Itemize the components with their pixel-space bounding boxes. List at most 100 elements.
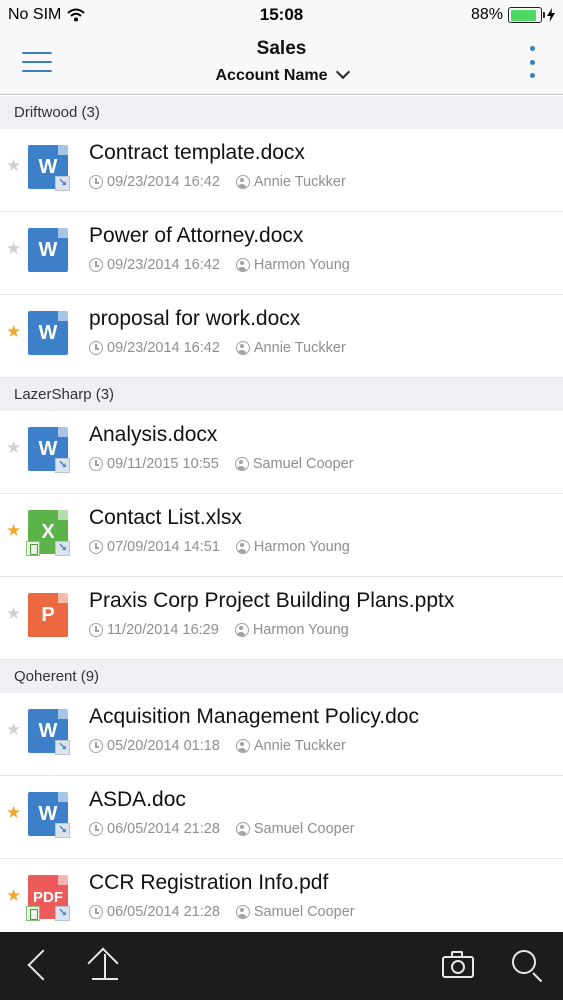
file-name: Praxis Corp Project Building Plans.pptx	[89, 589, 455, 612]
excel-file-icon: X ↘	[26, 510, 70, 556]
file-type-label: P	[28, 593, 68, 637]
group-header: LazerSharp (3)	[0, 378, 563, 411]
file-row[interactable]: ★ W ↘ Acquisition Management Policy.doc 05/2…	[0, 693, 563, 776]
file-meta: 09/23/2014 16:42 Annie Tuckker	[89, 340, 346, 356]
file-date: 09/23/2014 16:42	[107, 340, 220, 356]
file-date: 05/20/2014 01:18	[107, 738, 220, 754]
shortcut-arrow-icon: ↘	[55, 740, 70, 755]
file-owner: Samuel Cooper	[253, 821, 355, 837]
file-owner: Samuel Cooper	[253, 904, 355, 920]
file-owner: Annie Tuckker	[253, 340, 346, 356]
bottom-toolbar	[0, 932, 563, 1000]
file-row[interactable]: ★ W ↘ ASDA.doc 06/05/2014 21:28 Samuel Cooper	[0, 776, 563, 859]
word-file-icon: W	[26, 311, 70, 357]
chevron-down-icon	[335, 64, 350, 80]
user-icon	[235, 739, 250, 753]
file-date: 11/20/2014 16:29	[107, 622, 219, 638]
file-row[interactable]: ★ P Praxis Corp Project Building Plans.ppt…	[0, 577, 563, 660]
mobile-device-icon	[26, 541, 40, 556]
user-icon	[235, 540, 250, 554]
file-owner: Samuel Cooper	[252, 456, 354, 472]
camera-icon[interactable]	[430, 932, 490, 1000]
file-date: 07/09/2014 14:51	[107, 539, 220, 555]
shortcut-arrow-icon: ↘	[55, 176, 70, 191]
file-row[interactable]: ★ Wproposal for work.docx 09/23/2014 16:42…	[0, 295, 563, 378]
file-meta: 06/05/2014 21:28 Samuel Cooper	[89, 904, 355, 920]
favorite-star-icon[interactable]: ★	[6, 804, 21, 821]
file-type-label: W	[28, 311, 68, 355]
pdf-file-icon: PDF ↘	[26, 875, 70, 921]
file-meta: 09/11/2015 10:55 Samuel Cooper	[89, 456, 354, 472]
battery-level	[510, 9, 537, 21]
clock-icon	[89, 540, 103, 554]
file-name: Contract template.docx	[89, 141, 305, 164]
favorite-star-icon[interactable]: ★	[6, 240, 21, 257]
group-header: Qoherent (9)	[0, 660, 563, 693]
user-icon	[234, 623, 249, 637]
file-owner: Harmon Young	[253, 539, 350, 555]
file-row[interactable]: ★ X ↘ Contact List.xlsx 07/09/2014 14:51 Harm…	[0, 494, 563, 577]
word-file-icon: W	[26, 228, 70, 274]
file-meta: 05/20/2014 01:18 Annie Tuckker	[89, 738, 346, 754]
word-file-icon: W ↘	[26, 709, 70, 755]
favorite-star-icon[interactable]: ★	[6, 157, 21, 174]
file-name: CCR Registration Info.pdf	[89, 871, 329, 894]
user-icon	[235, 258, 250, 272]
file-list: Driftwood (3) ★ W ↘ Contract template.docx 09…	[0, 96, 563, 932]
file-owner: Annie Tuckker	[253, 738, 346, 754]
back-icon[interactable]	[10, 932, 70, 1000]
shortcut-arrow-icon: ↘	[55, 458, 70, 473]
file-meta: 11/20/2014 16:29 Harmon Young	[89, 622, 349, 638]
status-bar: No SIM 15:08 88%	[0, 0, 563, 30]
clock-icon	[89, 822, 103, 836]
clock-icon	[89, 175, 103, 189]
clock-icon	[89, 739, 103, 753]
shortcut-arrow-icon: ↘	[55, 823, 70, 838]
file-name: proposal for work.docx	[89, 307, 301, 330]
user-icon	[235, 822, 250, 836]
clock-icon	[89, 905, 103, 919]
file-date: 09/11/2015 10:55	[107, 456, 219, 472]
favorite-star-icon[interactable]: ★	[6, 887, 21, 904]
file-row[interactable]: ★ W Power of Attorney.docx 09/23/2014 16:42…	[0, 212, 563, 295]
group-header: Driftwood (3)	[0, 96, 563, 129]
word-file-icon: W ↘	[26, 792, 70, 838]
user-icon	[235, 905, 250, 919]
file-owner: Harmon Young	[253, 257, 350, 273]
file-meta: 07/09/2014 14:51 Harmon Young	[89, 539, 350, 555]
file-name: Contact List.xlsx	[89, 506, 242, 529]
upload-icon[interactable]	[76, 932, 136, 1000]
page-title: Sales	[256, 38, 307, 59]
file-row[interactable]: ★ PDF ↘ CCR Registration Info.pdf 06/05/2014…	[0, 859, 563, 932]
account-name-dropdown[interactable]: Account Name	[0, 64, 563, 85]
mobile-device-icon	[26, 906, 40, 921]
favorite-star-icon[interactable]: ★	[6, 605, 21, 622]
account-name-label: Account Name	[215, 67, 328, 84]
search-icon[interactable]	[498, 932, 558, 1000]
file-name: Analysis.docx	[89, 423, 218, 446]
file-meta: 09/23/2014 16:42 Harmon Young	[89, 257, 350, 273]
battery-percent: 88%	[470, 6, 503, 23]
user-icon	[235, 341, 250, 355]
favorite-star-icon[interactable]: ★	[6, 522, 21, 539]
favorite-star-icon[interactable]: ★	[6, 439, 21, 456]
clock-icon	[89, 258, 103, 272]
shortcut-arrow-icon: ↘	[55, 541, 70, 556]
file-owner: Harmon Young	[252, 622, 349, 638]
favorite-star-icon[interactable]: ★	[6, 721, 21, 738]
file-name: Power of Attorney.docx	[89, 224, 304, 247]
battery-status: 88%	[471, 6, 555, 24]
file-meta: 06/05/2014 21:28 Samuel Cooper	[89, 821, 355, 837]
nav-header: Sales Account Name	[0, 30, 563, 95]
charging-icon	[547, 8, 555, 22]
file-owner: Annie Tuckker	[253, 174, 346, 190]
file-name: ASDA.doc	[89, 788, 186, 811]
user-icon	[234, 457, 249, 471]
file-row[interactable]: ★ W ↘ Analysis.docx 09/11/2015 10:55 Samuel C…	[0, 411, 563, 494]
kebab-menu-icon[interactable]	[527, 46, 537, 78]
battery-icon	[508, 7, 545, 23]
favorite-star-icon[interactable]: ★	[6, 323, 21, 340]
file-row[interactable]: ★ W ↘ Contract template.docx 09/23/2014 16:4…	[0, 129, 563, 212]
file-name: Acquisition Management Policy.doc	[89, 705, 419, 728]
ppt-file-icon: P	[26, 593, 70, 639]
